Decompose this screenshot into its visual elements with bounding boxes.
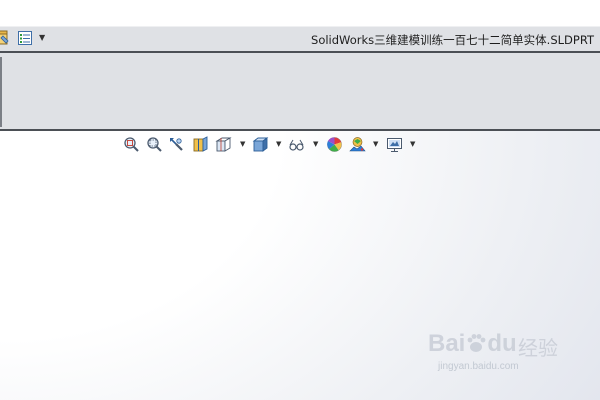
view-orientation-icon[interactable] (215, 136, 232, 153)
display-style-icon[interactable] (252, 136, 269, 153)
hide-show-items-icon[interactable] (288, 136, 305, 153)
zoom-to-area-icon[interactable] (146, 136, 163, 153)
edit-appearance-icon[interactable] (326, 136, 343, 153)
view-orientation-dropdown[interactable]: ▼ (240, 140, 245, 148)
customize-list-icon[interactable] (17, 30, 33, 46)
dropdown-arrow-icon[interactable]: ▼ (39, 33, 45, 43)
ribbon-left-edge (0, 57, 2, 127)
watermark-brand: Bai du (428, 330, 517, 357)
watermark-cn: 经验 (518, 336, 558, 360)
view-settings-dropdown[interactable]: ▼ (410, 140, 415, 148)
previous-view-icon[interactable] (169, 136, 186, 153)
section-view-icon[interactable] (192, 136, 209, 153)
baidu-jingyan-watermark: Bai du 经验 jingyan.baidu.com (428, 330, 578, 374)
display-style-dropdown[interactable]: ▼ (276, 140, 281, 148)
zoom-to-fit-icon[interactable] (123, 136, 140, 153)
hide-show-dropdown[interactable]: ▼ (313, 140, 318, 148)
document-title: SolidWorks三维建模训练一百七十二简单实体.SLDPRT (311, 33, 594, 47)
options-icon[interactable] (0, 30, 10, 46)
title-bar: ▼ SolidWorks三维建模训练一百七十二简单实体.SLDPRT (0, 0, 600, 52)
command-manager-ribbon (0, 53, 600, 129)
view-settings-icon[interactable] (386, 136, 403, 153)
solidworks-window: ▼ SolidWorks三维建模训练一百七十二简单实体.SLDPRT ▼ ▼ ▼… (0, 0, 600, 400)
watermark-url: jingyan.baidu.com (438, 361, 519, 372)
apply-scene-icon[interactable] (349, 136, 366, 153)
paw-logo-icon (467, 334, 486, 352)
apply-scene-dropdown[interactable]: ▼ (373, 140, 378, 148)
